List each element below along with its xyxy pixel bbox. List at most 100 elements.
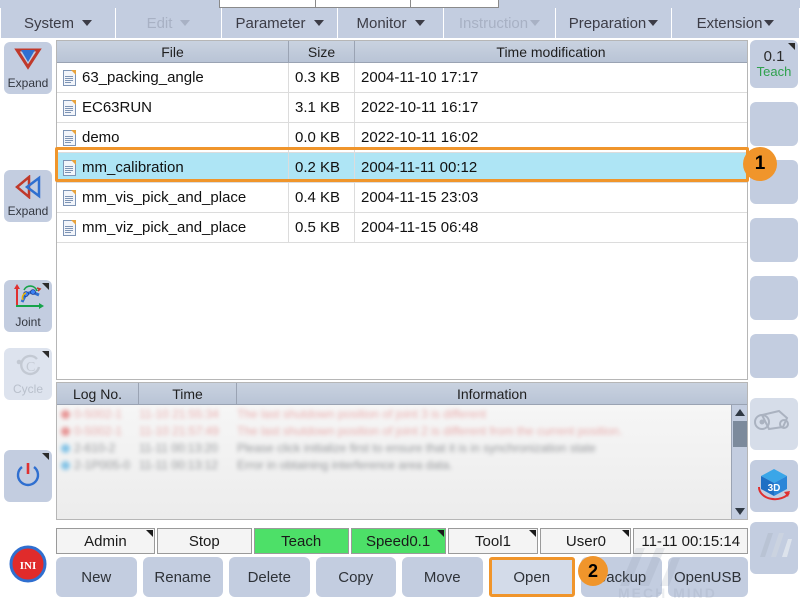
file-name-label: demo bbox=[82, 129, 120, 146]
status-cell-label: 11-11 00:15:14 bbox=[641, 532, 741, 550]
menu-item-extension[interactable]: Extension bbox=[672, 8, 800, 38]
file-column-header[interactable]: Size bbox=[289, 41, 355, 62]
chevron-down-icon bbox=[82, 20, 92, 26]
status-cell-11-11-00-15-14[interactable]: 11-11 00:15:14 bbox=[633, 528, 749, 554]
table-row[interactable]: mm_viz_pick_and_place 0.5 KB 2004-11-15 06… bbox=[57, 213, 747, 243]
button-label: Rename bbox=[154, 568, 212, 586]
right-button-blank-5[interactable] bbox=[750, 334, 798, 378]
log-column-header[interactable]: Log No. bbox=[57, 383, 139, 404]
move-button[interactable]: Move bbox=[402, 557, 483, 597]
file-time-cell: 2004-11-15 23:03 bbox=[361, 189, 479, 206]
log-column-header[interactable]: Information bbox=[237, 383, 747, 404]
scrollbar-thumb[interactable] bbox=[733, 421, 747, 447]
file-column-header[interactable]: File bbox=[57, 41, 289, 62]
right-button-blank-1[interactable] bbox=[750, 102, 798, 146]
table-row[interactable]: mm_vis_pick_and_place 0.4 KB 2004-11-15 23… bbox=[57, 183, 747, 213]
file-column-header[interactable]: Time modification bbox=[355, 41, 747, 62]
sidebar-button-cycle[interactable]: C Cycle bbox=[4, 348, 52, 400]
svg-text:C: C bbox=[26, 360, 35, 375]
log-row[interactable]: 0-5002-1 11-10 21:55:34 The last shutdown … bbox=[57, 405, 747, 422]
file-name-cell: mm_viz_pick_and_place bbox=[57, 213, 289, 242]
status-cell-user0[interactable]: User0 bbox=[540, 528, 632, 554]
menu-item-monitor[interactable]: Monitor bbox=[338, 8, 444, 38]
corner-marker-icon bbox=[788, 43, 795, 50]
sidebar-button-expand-left[interactable]: Expand bbox=[4, 170, 52, 222]
annotation-badge-2: 2 bbox=[578, 556, 608, 586]
file-name-label: mm_vis_pick_and_place bbox=[82, 189, 247, 206]
log-number-cell: 0-5002-1 bbox=[57, 422, 139, 439]
file-size-cell: 0.2 KB bbox=[289, 153, 355, 182]
log-table-header: Log No. Time Information bbox=[57, 383, 747, 405]
teach-step-label: Teach bbox=[756, 64, 792, 80]
sidebar-button-expand-down[interactable]: Expand bbox=[4, 42, 52, 94]
status-cell-tool1[interactable]: Tool1 bbox=[447, 528, 539, 554]
menu-item-preparation[interactable]: Preparation bbox=[556, 8, 672, 38]
right-sidebar: 0.1 Teach 3D bbox=[748, 38, 800, 600]
log-number-label: 0-5002-1 bbox=[74, 407, 123, 421]
status-cell-label: Tool1 bbox=[475, 532, 511, 550]
right-button-teach-step[interactable]: 0.1 Teach bbox=[750, 40, 798, 88]
sidebar-button-joint[interactable]: Joint bbox=[4, 280, 52, 332]
status-cell-label: User0 bbox=[565, 532, 606, 550]
status-cell-teach[interactable]: Teach bbox=[253, 528, 349, 554]
sidebar-label-cycle: Cycle bbox=[12, 382, 43, 396]
status-cell-label: Stop bbox=[188, 532, 220, 550]
log-number-label: 2-610-2 bbox=[74, 441, 116, 455]
main-menu-bar: System Edit Parameter Monitor Instruction Pre… bbox=[0, 8, 800, 38]
log-severity-dot-icon bbox=[61, 427, 70, 436]
log-info-cell: The last shutdown position of joint 2 is… bbox=[237, 424, 623, 438]
open-button[interactable]: Open bbox=[488, 557, 575, 597]
right-button-logo[interactable] bbox=[750, 522, 798, 574]
log-time-cell: 11-10 21:55:34 bbox=[139, 407, 219, 421]
scroll-down-arrow-icon[interactable] bbox=[735, 508, 745, 515]
table-row[interactable]: mm_calibration 0.2 KB 2004-11-11 00:12 bbox=[57, 153, 747, 183]
menu-item-label: Extension bbox=[696, 14, 763, 32]
file-size-cell: 0.5 KB bbox=[289, 213, 355, 242]
file-table-body: 63_packing_angle 0.3 KB 2004-11-10 17:17 EC… bbox=[57, 63, 747, 243]
table-row[interactable]: demo 0.0 KB 2022-10-11 16:02 bbox=[57, 123, 747, 153]
file-name-cell: demo bbox=[57, 123, 289, 152]
file-name-label: 63_packing_angle bbox=[82, 69, 204, 86]
copy-button[interactable]: Copy bbox=[315, 557, 396, 597]
button-label: OpenUSB bbox=[673, 568, 742, 586]
file-time-cell: 2004-11-15 06:48 bbox=[361, 219, 479, 236]
menu-item-label: Edit bbox=[146, 14, 173, 32]
log-row[interactable]: 0-5002-1 11-10 21:57:49 The last shutdown … bbox=[57, 422, 747, 439]
log-row[interactable]: 2-610-2 11-11 00:13:20 Please click initia… bbox=[57, 439, 747, 456]
menu-item-system[interactable]: System bbox=[0, 8, 116, 38]
table-row[interactable]: 63_packing_angle 0.3 KB 2004-11-10 17:17 bbox=[57, 63, 747, 93]
rename-button[interactable]: Rename bbox=[142, 557, 223, 597]
log-row[interactable]: 2-1P005-0 11-11 00:13:12 Error in obtainin… bbox=[57, 456, 747, 473]
status-cell-stop[interactable]: Stop bbox=[156, 528, 252, 554]
corner-marker-icon bbox=[42, 453, 49, 460]
application-window: System Edit Parameter Monitor Instruction Pre… bbox=[0, 0, 800, 600]
scroll-up-arrow-icon[interactable] bbox=[735, 409, 745, 416]
sidebar-button-power[interactable] bbox=[4, 450, 52, 502]
right-button-blank-3[interactable] bbox=[750, 218, 798, 262]
status-cell-label: Teach bbox=[281, 532, 322, 550]
status-cell-speed0-1[interactable]: Speed0.1 bbox=[350, 528, 446, 554]
top-cutoff-strip bbox=[0, 0, 800, 8]
file-size-cell: 3.1 KB bbox=[289, 93, 355, 122]
3d-view-icon: 3D bbox=[753, 465, 795, 508]
table-row[interactable]: EC63RUN 3.1 KB 2022-10-11 16:17 bbox=[57, 93, 747, 123]
right-button-blank-4[interactable] bbox=[750, 276, 798, 320]
new-button[interactable]: New bbox=[56, 557, 137, 597]
status-bar: Admin Stop Teach Speed0.1 Tool1 User0 11-11 00… bbox=[56, 528, 749, 554]
status-cell-label: Speed0.1 bbox=[365, 532, 431, 550]
log-column-header[interactable]: Time bbox=[139, 383, 237, 404]
log-table-body: 0-5002-1 11-10 21:55:34 The last shutdown … bbox=[57, 405, 747, 519]
corner-marker-icon bbox=[145, 530, 153, 537]
delete-button[interactable]: Delete bbox=[229, 557, 310, 597]
corner-marker-icon bbox=[436, 530, 444, 537]
right-button-robot-arm[interactable] bbox=[750, 398, 798, 450]
menu-item-parameter[interactable]: Parameter bbox=[222, 8, 338, 38]
status-cell-admin[interactable]: Admin bbox=[56, 528, 155, 554]
cycle-icon: C bbox=[13, 353, 43, 382]
sidebar-button-ini[interactable]: INI bbox=[4, 540, 52, 592]
openusb-button[interactable]: OpenUSB bbox=[667, 557, 748, 597]
document-icon bbox=[63, 129, 76, 146]
log-scrollbar[interactable] bbox=[731, 405, 747, 519]
file-browser-panel: File Size Time modification 63_packing_ang… bbox=[56, 40, 748, 380]
right-button-3d-view[interactable]: 3D bbox=[750, 460, 798, 512]
